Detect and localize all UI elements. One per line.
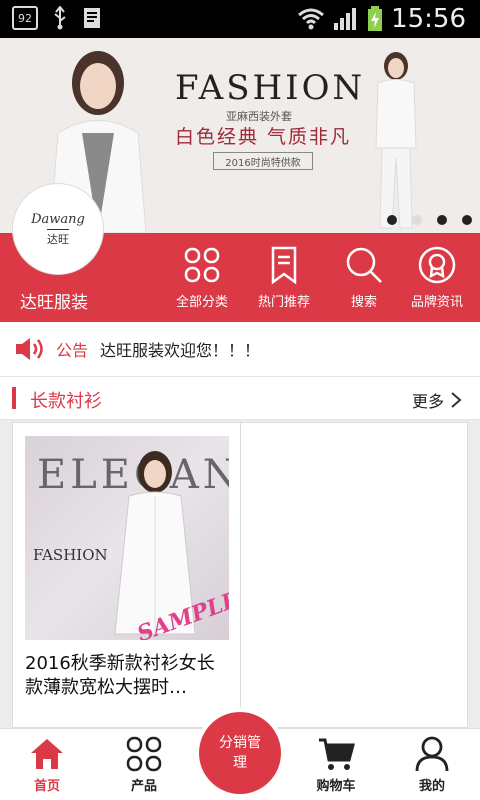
nav-brand-news[interactable]: 品牌资讯 bbox=[411, 245, 463, 310]
nav-label: 搜索 bbox=[350, 295, 377, 310]
product-name[interactable]: 2016秋季新款衬衫女长款薄款宽松大摆时… bbox=[25, 652, 229, 700]
document-icon bbox=[84, 8, 100, 28]
announcement-bar[interactable]: 公告 达旺服装欢迎您！！！ bbox=[0, 322, 480, 376]
announcement-label: 公告 bbox=[56, 341, 89, 360]
banner-tag: 2016时尚特供款 bbox=[213, 152, 313, 170]
tab-label: 我的 bbox=[418, 779, 445, 794]
distribution-button-label: 分销管理 bbox=[199, 712, 281, 794]
product-grid: ELEGANT FASHION SAMPLE 2016秋季新款衬衫女长款薄款宽松… bbox=[12, 422, 468, 729]
battery-icon bbox=[368, 6, 383, 31]
carousel-dots[interactable] bbox=[387, 215, 472, 225]
carousel-dot[interactable] bbox=[462, 215, 472, 225]
nav-all-categories[interactable]: 全部分类 bbox=[176, 245, 228, 310]
tab-mine[interactable]: 我的 bbox=[392, 735, 472, 794]
section-header: 长款衬衫 更多 bbox=[0, 376, 480, 420]
product-image-subtext: FASHION bbox=[33, 546, 108, 564]
usb-icon bbox=[54, 6, 66, 30]
cart-icon bbox=[319, 738, 355, 770]
announcement-text: 达旺服装欢迎您！！！ bbox=[100, 341, 261, 360]
banner-subtitle-large: 白色经典 气质非凡 bbox=[175, 126, 352, 148]
banner-headline: FASHION bbox=[175, 68, 366, 108]
wifi-icon bbox=[298, 8, 325, 30]
more-label: 更多 bbox=[411, 392, 444, 411]
logo-script: Dawang bbox=[31, 211, 85, 227]
clock: 15:56 bbox=[391, 4, 466, 34]
nav-label: 全部分类 bbox=[176, 295, 229, 310]
distribution-button[interactable]: 分销管理 bbox=[195, 708, 285, 798]
section-title: 长款衬衫 bbox=[30, 391, 102, 412]
grid-icon bbox=[184, 247, 220, 283]
brand-logo: Dawang 达旺 bbox=[12, 183, 104, 275]
tab-label: 首页 bbox=[33, 779, 60, 794]
status-bar: 92 15:56 bbox=[0, 0, 480, 38]
carousel-dot[interactable] bbox=[387, 215, 397, 225]
nav-search[interactable]: 搜索 bbox=[344, 245, 384, 310]
chevron-right-icon bbox=[451, 392, 462, 408]
carousel-dot-active[interactable] bbox=[412, 215, 422, 225]
home-icon bbox=[31, 739, 63, 769]
speaker-icon bbox=[16, 338, 43, 360]
nav-hot-recommend[interactable]: 热门推荐 bbox=[258, 245, 310, 310]
tab-products[interactable]: 产品 bbox=[104, 735, 184, 794]
section-accent-bar bbox=[12, 387, 16, 409]
brand-name: 达旺服装 bbox=[20, 293, 88, 313]
tab-label: 购物车 bbox=[316, 779, 356, 794]
nav-label: 品牌资讯 bbox=[411, 295, 464, 310]
signal-icon bbox=[334, 8, 357, 30]
product-image[interactable]: ELEGANT FASHION SAMPLE bbox=[25, 436, 229, 640]
tab-label: 产品 bbox=[130, 779, 157, 794]
bookmark-icon bbox=[271, 246, 297, 285]
tab-cart[interactable]: 购物车 bbox=[296, 735, 376, 794]
logo-cn: 达旺 bbox=[47, 228, 69, 247]
badge-icon bbox=[418, 246, 456, 284]
more-link[interactable]: 更多 bbox=[412, 388, 462, 412]
nav-label: 热门推荐 bbox=[258, 295, 311, 310]
notification-badge: 92 bbox=[12, 6, 38, 30]
search-icon bbox=[346, 247, 382, 283]
grid-icon bbox=[126, 736, 162, 772]
carousel-dot[interactable] bbox=[437, 215, 447, 225]
product-card[interactable]: ELEGANT FASHION SAMPLE 2016秋季新款衬衫女长款薄款宽松… bbox=[13, 423, 241, 729]
user-icon bbox=[415, 736, 449, 772]
tab-home[interactable]: 首页 bbox=[7, 735, 87, 794]
model-right-image bbox=[375, 52, 417, 229]
